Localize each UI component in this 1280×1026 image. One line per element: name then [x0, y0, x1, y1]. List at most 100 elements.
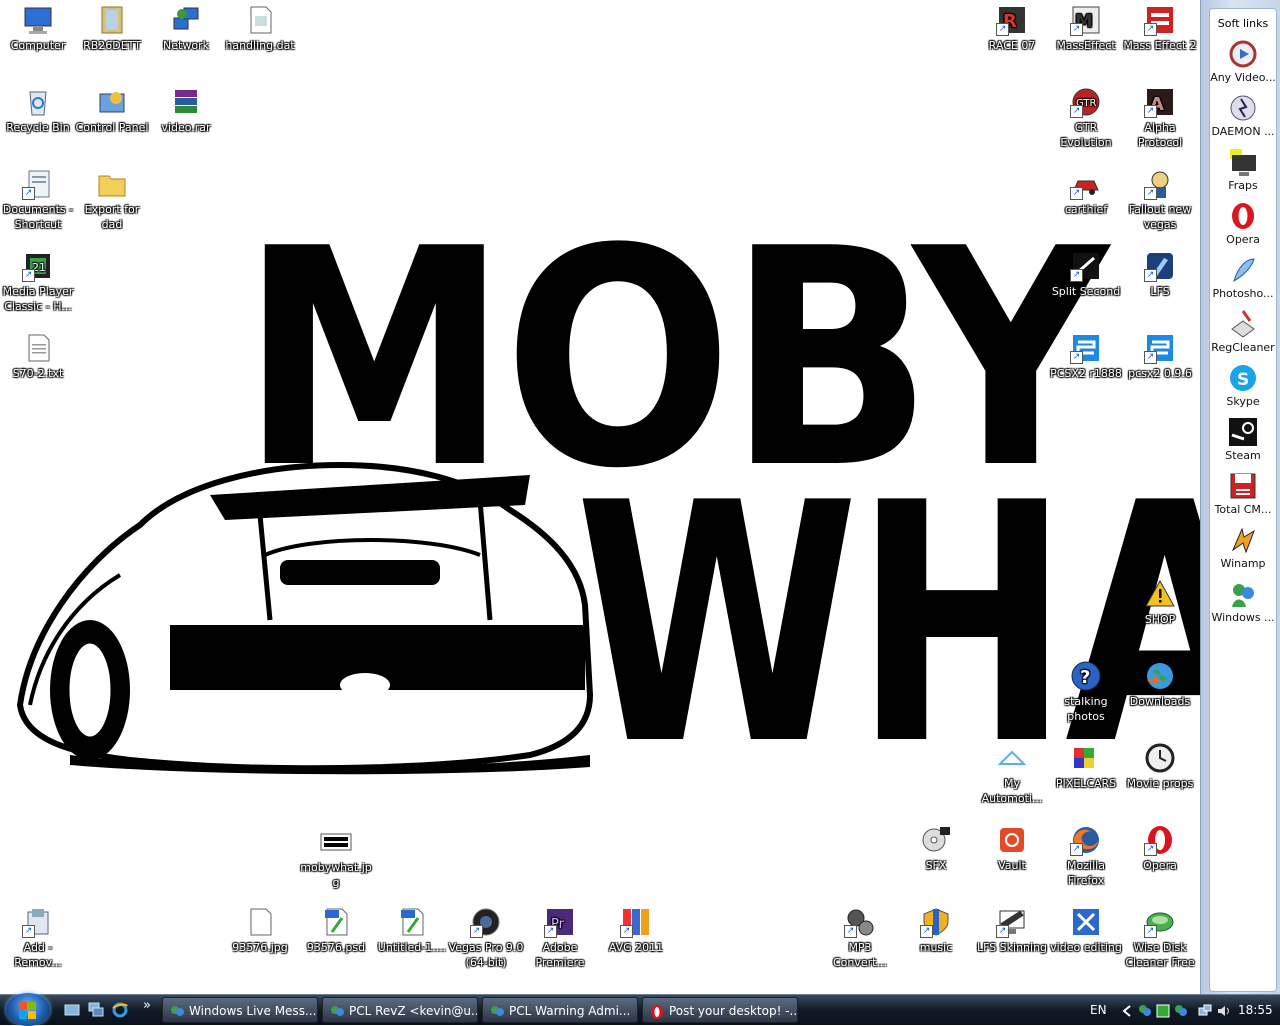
language-indicator[interactable]: EN — [1090, 1003, 1107, 1017]
desktop-icon-mobywhat-jpg[interactable]: mobywhat.jpg — [298, 826, 374, 890]
fraps-icon — [1228, 147, 1258, 177]
masseffect-icon: M ↗ — [1070, 4, 1102, 36]
desktop-icon-pcsx2-096[interactable]: ↗ pcsx2 0.9.6 — [1122, 332, 1198, 381]
show-desktop-icon[interactable] — [64, 1002, 80, 1018]
desktop-icon-lfs-skinning[interactable]: ↗ LFS Skinning — [974, 906, 1050, 955]
monitor-icon: ↗ — [996, 906, 1028, 938]
sidebar-item-any-video[interactable]: Any Video... — [1210, 39, 1276, 84]
desktop-icon-documents-shortcut[interactable]: ↗ Documents - Shortcut — [0, 168, 76, 232]
desktop-icon-video-rar[interactable]: video.rar — [148, 86, 224, 135]
desktop-icon-vault[interactable]: Vault — [974, 824, 1050, 873]
desktop-icon-wise-disk-cleaner[interactable]: ↗ Wise Disk Cleaner Free — [1122, 906, 1198, 970]
desktop-icon-race-07[interactable]: R ↗ RACE 07 — [974, 4, 1050, 53]
start-button[interactable] — [6, 993, 50, 1026]
status-tray-icon[interactable] — [1156, 1003, 1170, 1018]
file-icon — [244, 906, 276, 938]
messenger-tray-icon[interactable] — [1138, 1003, 1152, 1017]
taskbar-item-post-your-desktop[interactable]: Post your desktop! -... — [642, 997, 798, 1023]
triangle-icon — [996, 742, 1028, 774]
avg-icon: ↗ — [620, 906, 652, 938]
desktop-icon-vegas-pro[interactable]: ↗ Vegas Pro 9.0 (64-bit) — [448, 906, 524, 970]
quicklaunch-more-chevron[interactable]: » — [143, 998, 151, 1013]
photoshop-icon — [1228, 255, 1258, 285]
taskbar-item-windows-live-messenger[interactable]: Windows Live Mess... — [162, 997, 318, 1023]
desktop-icon-my-automotive[interactable]: My Automoti... — [974, 742, 1050, 806]
total-commander-icon — [1228, 471, 1258, 501]
sidebar-item-photoshop[interactable]: Photosho... — [1210, 255, 1276, 300]
desktop-icon-export-for-dad[interactable]: Export for dad — [74, 168, 150, 232]
desktop-icon-mozilla-firefox[interactable]: ↗ Mozilla Firefox — [1048, 824, 1124, 888]
clock[interactable]: 18:55 — [1238, 1003, 1273, 1017]
desktop-icon-alpha-protocol[interactable]: A↗ Alpha Protocol — [1122, 86, 1198, 150]
desktop-icon-stalking-photos[interactable]: ? stalking photos — [1048, 660, 1124, 724]
desktop-icon-recycle-bin[interactable]: Recycle Bin — [0, 86, 76, 135]
desktop-icon-movie-props[interactable]: Movie props — [1122, 742, 1198, 791]
sidebar-item-daemon[interactable]: DAEMON ... — [1210, 93, 1276, 138]
desktop-icon-opera[interactable]: ↗ Opera — [1122, 824, 1198, 873]
desktop-icon-lfs[interactable]: ↗ LFS — [1122, 250, 1198, 299]
pixelcars-icon — [1070, 742, 1102, 774]
media-player-icon: 21 ↗ — [22, 250, 54, 282]
desktop-icon-s70-2-txt[interactable]: S70-2.txt — [0, 332, 76, 381]
desktop-icon-pixelcars[interactable]: PIXELCARS — [1048, 742, 1124, 791]
sidebar-item-fraps[interactable]: Fraps — [1210, 147, 1276, 192]
video-editing-icon — [1070, 906, 1102, 938]
fallout-icon: ↗ — [1144, 168, 1176, 200]
volume-tray-icon[interactable] — [1216, 1003, 1230, 1017]
taskbar-item-pcl-revz[interactable]: PCL RevZ <kevin@u... — [322, 997, 478, 1023]
switch-windows-icon[interactable] — [88, 1002, 104, 1018]
desktop-icon-mp3-converter[interactable]: ↗ MP3 Convert... — [822, 906, 898, 970]
shield-icon: ↗ — [920, 906, 952, 938]
carthief-icon: ↗ — [1070, 168, 1102, 200]
skype-icon: S — [1228, 363, 1258, 393]
desktop-icon-media-player-classic[interactable]: 21 ↗ Media Player Classic - H... — [0, 250, 76, 314]
desktop-icon-control-panel[interactable]: Control Panel — [74, 86, 150, 135]
sidebar-item-regcleaner[interactable]: RegCleaner — [1210, 309, 1276, 354]
desktop-icon-gtr-evolution[interactable]: GTR ↗ GTR Evolution — [1048, 86, 1124, 150]
image-icon — [320, 826, 352, 858]
desktop-icon-add-remove[interactable]: ↗ Add - Remov... — [0, 906, 76, 970]
desktop-icon-adobe-premiere[interactable]: Pr ↗ Adobe Premiere — [522, 906, 598, 970]
any-video-icon — [1228, 39, 1258, 69]
desktop-icon-pcsx2-r1888[interactable]: ↗ PCSX2 r1888 — [1048, 332, 1124, 381]
gtr-evolution-icon: GTR ↗ — [1070, 86, 1102, 118]
network-tray-icon[interactable] — [1198, 1003, 1212, 1017]
gadget-title: Soft links — [1217, 17, 1269, 30]
sidebar-item-winamp[interactable]: Winamp — [1210, 525, 1276, 570]
sidebar-item-opera[interactable]: Opera — [1210, 201, 1276, 246]
desktop-icon-mass-effect-2[interactable]: ↗ Mass Effect 2 — [1122, 4, 1198, 53]
desktop-icon-music[interactable]: ↗ music — [898, 906, 974, 955]
desktop-icon-avg-2011[interactable]: ↗ AVG 2011 — [598, 906, 674, 955]
desktop-icon-split-second[interactable]: ↗ Split Second — [1048, 250, 1124, 299]
desktop-icon-93576-psd[interactable]: 93576.psd — [298, 906, 374, 955]
tray-expand-icon[interactable] — [1120, 1003, 1134, 1017]
messenger-tray-icon[interactable] — [1174, 1003, 1188, 1017]
desktop-icon-masseffect[interactable]: M ↗ MassEffect — [1048, 4, 1124, 53]
desktop-icon-carthief[interactable]: ↗ carthief — [1048, 168, 1124, 217]
desktop-icon-93576-jpg[interactable]: 93576.jpg — [222, 906, 298, 955]
desktop-icon-fallout-new-vegas[interactable]: ↗ Fallout new vegas — [1122, 168, 1198, 232]
desktop-icon-downloads[interactable]: Downloads — [1122, 660, 1198, 709]
desktop-icon-shop[interactable]: SHOP — [1122, 578, 1198, 627]
desktop-icon-video-editing[interactable]: video editing — [1048, 906, 1124, 955]
desktop[interactable]: MOBY WHAT Computer RB26DETT Network hand… — [0, 0, 1200, 994]
wallpaper-text-line2: WHAT — [575, 433, 1200, 817]
taskbar-item-pcl-warning[interactable]: PCL Warning Admi... — [482, 997, 638, 1023]
desktop-icon-untitled-1[interactable]: Untitled-1.... — [374, 906, 450, 955]
desktop-icon-rb26dett[interactable]: RB26DETT — [74, 4, 150, 53]
lfs-icon: ↗ — [1144, 250, 1176, 282]
internet-explorer-icon[interactable] — [112, 1002, 128, 1018]
desktop-icon-computer[interactable]: Computer — [0, 4, 76, 53]
messenger-icon — [489, 1003, 505, 1019]
desktop-icon-handling-dat[interactable]: handling.dat — [222, 4, 298, 53]
desktop-icon-network[interactable]: Network — [148, 4, 224, 53]
sidebar-item-steam[interactable]: Steam — [1210, 417, 1276, 462]
globe-icon — [1144, 660, 1176, 692]
sidebar-item-windows-live[interactable]: Windows ... — [1210, 579, 1276, 624]
warning-icon — [1144, 578, 1176, 610]
split-second-icon: ↗ — [1070, 250, 1102, 282]
sidebar-item-skype[interactable]: S Skype — [1210, 363, 1276, 408]
recycle-bin-icon — [22, 86, 54, 118]
desktop-icon-sfx[interactable]: SFX — [898, 824, 974, 873]
sidebar-item-total-commander[interactable]: Total CM... — [1210, 471, 1276, 516]
